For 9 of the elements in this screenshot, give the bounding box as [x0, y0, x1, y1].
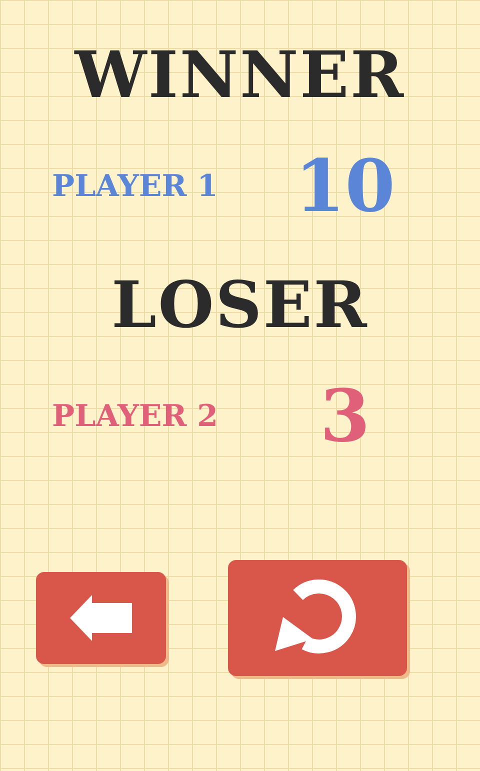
player-name: PLAYER 2	[51, 398, 219, 436]
replay-button[interactable]	[228, 560, 407, 676]
player-score: 3	[318, 376, 372, 456]
result-heading: LOSER	[112, 267, 368, 345]
player-score: 10	[294, 146, 396, 226]
result-heading: WINNER	[74, 37, 406, 115]
left-arrow-icon	[70, 595, 132, 641]
player-name: PLAYER 1	[51, 168, 219, 206]
back-button[interactable]	[36, 572, 166, 664]
